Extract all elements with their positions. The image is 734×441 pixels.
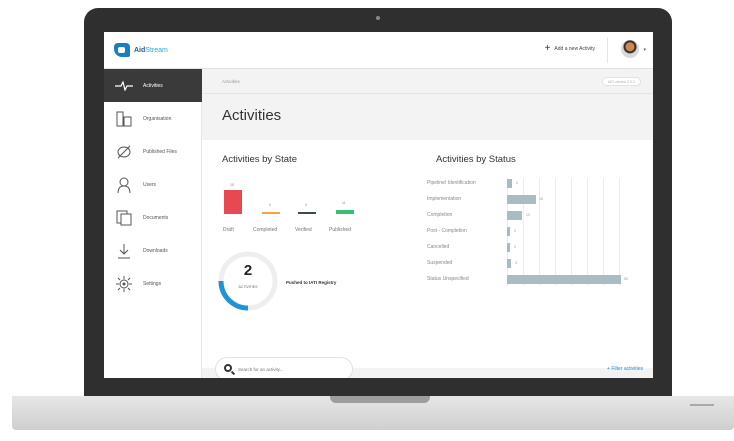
status-value: 2 (514, 229, 516, 233)
state-label-published: Published (329, 227, 351, 233)
status-bar (507, 275, 621, 284)
breadcrumb: Activities IATI version 2.0.1 (202, 69, 653, 94)
state-bar-draft (224, 190, 242, 214)
status-value: 50 (624, 277, 628, 281)
sidebar-item-label: Downloads (143, 247, 168, 254)
status-bar (507, 195, 536, 204)
state-bar-completed (262, 212, 280, 214)
state-label-completed: Completed (253, 227, 278, 233)
state-value-verified: 0 (305, 203, 307, 207)
state-label-draft: Draft (223, 227, 234, 233)
plus-icon: + (544, 43, 551, 54)
activity-pulse-icon (113, 78, 135, 94)
status-label: Suspended (427, 260, 453, 266)
status-bar (507, 243, 510, 252)
sidebar-item-settings[interactable]: Settings (104, 267, 202, 300)
activity-search[interactable] (215, 357, 353, 378)
download-icon (113, 243, 135, 259)
sidebar-item-label: Users (143, 181, 157, 188)
status-row: Cancelled 2 (427, 242, 641, 252)
status-value: 2 (514, 245, 516, 249)
sidebar-item-organisation[interactable]: Organisation (104, 102, 202, 135)
building-icon (113, 111, 135, 127)
pushed-activity-count: 2 (243, 262, 253, 279)
status-value: 10 (526, 213, 530, 217)
status-label: Cancelled (427, 244, 450, 250)
documents-icon (113, 210, 135, 226)
add-activity-button[interactable]: + Add a new Activity (544, 43, 595, 54)
webcam (376, 16, 380, 20)
search-icon (224, 364, 232, 372)
add-activity-label: Add a new Activity (554, 46, 595, 52)
no-file-icon (113, 144, 135, 160)
status-section-title: Activities by Status (436, 154, 516, 165)
status-label: Implementation (427, 196, 462, 202)
sidebar-item-downloads[interactable]: Downloads (104, 234, 202, 267)
status-row: Suspended 3 (427, 258, 641, 268)
state-label-verified: Verified (295, 227, 312, 233)
status-label: Post - Completion (427, 228, 467, 234)
top-bar: AidStream + Add a new Activity ▾ (104, 32, 653, 69)
page-title: Activities (222, 107, 282, 124)
sidebar-item-published-files[interactable]: Published Files (104, 135, 202, 168)
status-row: Post - Completion 2 (427, 226, 641, 236)
sidebar-item-documents[interactable]: Documents (104, 201, 202, 234)
status-bar (507, 259, 511, 268)
status-label: Status Unspecified (427, 276, 469, 282)
logo-text-main: Aid (134, 46, 146, 54)
app-screen: AidStream + Add a new Activity ▾ Activit… (104, 32, 653, 378)
state-value-draft: 15 (230, 183, 234, 187)
breadcrumb-item[interactable]: Activities (222, 79, 240, 84)
status-bar (507, 227, 510, 236)
status-label: Pipeline/ Identification (427, 180, 476, 186)
sidebar-item-label: Settings (143, 280, 162, 287)
state-bar-chart: 15 0 0 11 (222, 182, 362, 222)
status-value: 3 (515, 261, 517, 265)
sidebar-item-label: Documents (143, 214, 169, 221)
logo-icon (114, 43, 130, 57)
status-row: Completion 10 (427, 210, 641, 220)
status-bar (507, 211, 522, 220)
sidebar-item-users[interactable]: Users (104, 168, 202, 201)
status-label: Completion (427, 212, 453, 218)
state-section-title: Activities by State (222, 154, 297, 165)
chevron-down-icon[interactable]: ▾ (643, 47, 646, 53)
filter-activities-link[interactable]: + Filter activities (607, 366, 643, 372)
laptop-notch (330, 396, 430, 403)
main-content: Activities IATI version 2.0.1 Activities… (202, 69, 653, 378)
status-bar (507, 179, 512, 188)
laptop-mockup: AidStream + Add a new Activity ▾ Activit… (0, 0, 734, 441)
state-bar-verified (298, 212, 316, 214)
sidebar-item-label: Activities (143, 82, 163, 89)
sidebar-item-activities[interactable]: Activities (104, 69, 202, 102)
status-row: Implementation 15 (427, 194, 641, 204)
status-row: Pipeline/ Identification 4 (427, 178, 641, 188)
user-icon (113, 177, 135, 193)
donut-caption: Activities (238, 285, 258, 289)
user-avatar[interactable] (621, 40, 639, 58)
pushed-registry-label: Pushed to IATI Registry (286, 280, 337, 285)
version-badge: IATI version 2.0.1 (601, 77, 641, 86)
sidebar-item-label: Organisation (143, 115, 172, 122)
status-value: 15 (539, 197, 543, 201)
state-value-published: 11 (342, 201, 346, 205)
logo-text-sub: Stream (145, 46, 168, 54)
registry-donut (218, 251, 278, 311)
sidebar: Activities Organisation Published Files … (104, 69, 202, 378)
status-value: 4 (516, 181, 518, 185)
laptop-led (690, 404, 714, 406)
status-bar-chart: Pipeline/ Identification 4 Implementatio… (427, 178, 641, 288)
sidebar-item-label: Published Files (143, 148, 177, 155)
aidstream-logo[interactable]: AidStream (114, 43, 168, 57)
status-row: Status Unspecified 50 (427, 274, 641, 284)
state-value-completed: 0 (269, 203, 271, 207)
gear-icon (113, 275, 135, 292)
search-input[interactable] (238, 365, 338, 374)
dashboard-panel: Activities by State 15 0 0 11 Draft Comp… (202, 140, 653, 368)
state-bar-published (336, 210, 354, 214)
topbar-divider (607, 38, 608, 63)
